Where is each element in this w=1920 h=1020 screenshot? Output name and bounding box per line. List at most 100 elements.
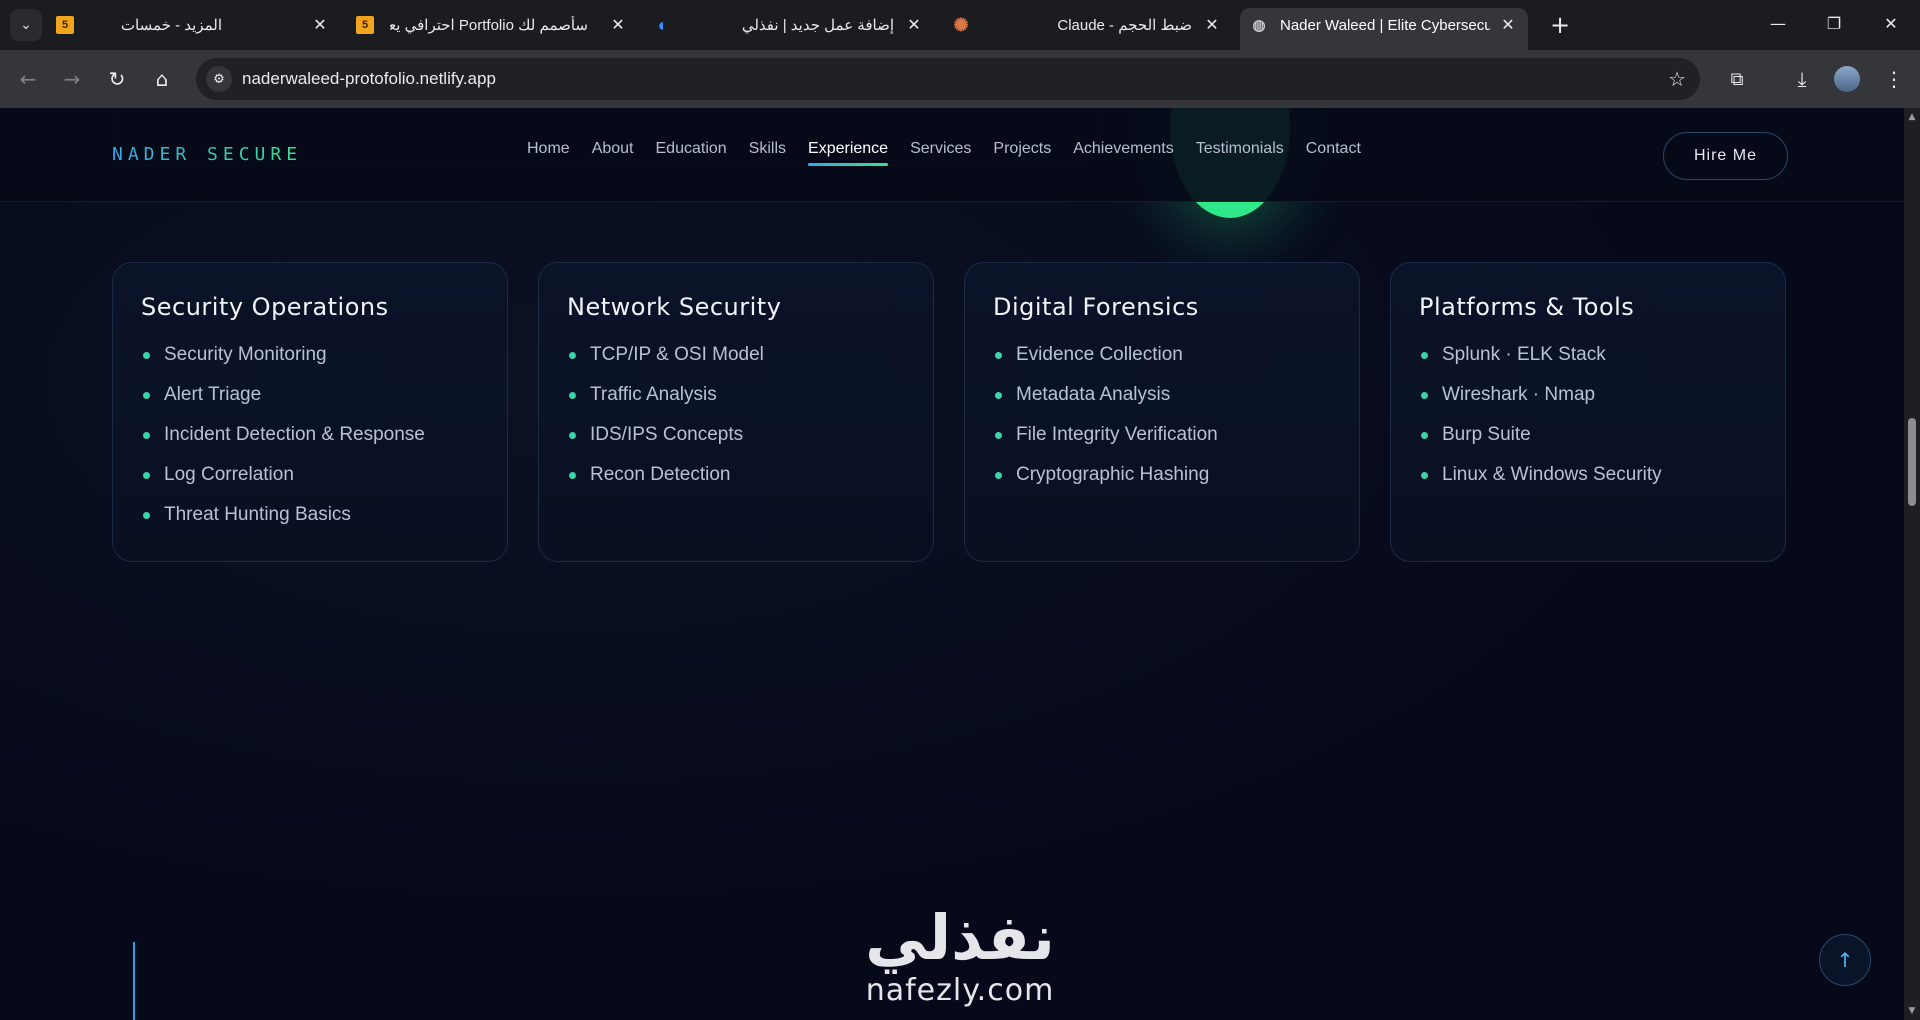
list-item: Metadata Analysis bbox=[993, 375, 1331, 415]
close-icon[interactable]: ✕ bbox=[904, 15, 924, 35]
site-header: NADER SECURE Home About Education Skills… bbox=[0, 108, 1904, 202]
nav-contact[interactable]: Contact bbox=[1306, 140, 1361, 166]
list-item: Linux & Windows Security bbox=[1419, 455, 1757, 495]
nav-education[interactable]: Education bbox=[656, 140, 727, 166]
tab-khamsat-more[interactable]: 5 المزيد - خمسات ✕ bbox=[56, 8, 336, 42]
address-bar[interactable]: ⚙ naderwaleed-protofolio.netlify.app ☆ bbox=[196, 58, 1700, 100]
watermark-latin: nafezly.com bbox=[865, 973, 1055, 1008]
close-icon: ✕ bbox=[1884, 13, 1898, 33]
close-icon[interactable]: ✕ bbox=[310, 15, 330, 35]
skill-list: TCP/IP & OSI Model Traffic Analysis IDS/… bbox=[567, 335, 905, 495]
nav-projects[interactable]: Projects bbox=[993, 140, 1051, 166]
nav-skills[interactable]: Skills bbox=[749, 140, 786, 166]
nav-achievements[interactable]: Achievements bbox=[1073, 140, 1174, 166]
url-text[interactable]: naderwaleed-protofolio.netlify.app bbox=[242, 69, 496, 89]
skill-card-network-security: Network Security TCP/IP & OSI Model Traf… bbox=[538, 262, 934, 562]
tab-khamsat-portfolio[interactable]: 5 سأصمم لك Portfolio احترافي يعر ✕ bbox=[356, 8, 625, 42]
list-item: Evidence Collection bbox=[993, 335, 1331, 375]
list-item: Wireshark · Nmap bbox=[1419, 375, 1757, 415]
card-title: Platforms & Tools bbox=[1419, 293, 1635, 321]
chevron-down-icon: ⌄ bbox=[20, 17, 32, 33]
home-button[interactable]: ⌂ bbox=[146, 63, 178, 95]
browser-tab-bar: ⌄ 5 المزيد - خمسات ✕ 5 سأصمم لك Portfoli… bbox=[0, 0, 1920, 50]
nafezly-watermark: نفذلي nafezly.com bbox=[850, 901, 1070, 1009]
puzzle-icon: ⧉ bbox=[1730, 68, 1744, 90]
skill-list: Security Monitoring Alert Triage Inciden… bbox=[141, 335, 479, 535]
scroll-up-icon[interactable]: ▲ bbox=[1907, 112, 1917, 122]
menu-button[interactable]: ⋮ bbox=[1878, 63, 1910, 95]
forward-button[interactable]: → bbox=[56, 63, 88, 95]
nav-services[interactable]: Services bbox=[910, 140, 971, 166]
new-tab-button[interactable]: + bbox=[1544, 9, 1576, 41]
tab-title: Nader Waleed | Elite Cybersecur bbox=[1280, 17, 1490, 34]
downloads-button[interactable]: ⤓ bbox=[1786, 63, 1818, 95]
list-item: Splunk · ELK Stack bbox=[1419, 335, 1757, 375]
arrow-left-icon: ← bbox=[19, 67, 37, 91]
site-settings-icon[interactable]: ⚙ bbox=[206, 66, 232, 92]
tab-title: سأصمم لك Portfolio احترافي يعر bbox=[390, 17, 588, 34]
tab-title: Claude - ضبط الحجم bbox=[1057, 17, 1192, 34]
download-icon: ⤓ bbox=[1797, 67, 1807, 91]
card-title: Digital Forensics bbox=[993, 293, 1199, 321]
close-icon[interactable]: ✕ bbox=[608, 15, 628, 35]
list-item: Alert Triage bbox=[141, 375, 479, 415]
close-icon[interactable]: ✕ bbox=[1498, 15, 1518, 35]
page-viewport: NADER SECURE Home About Education Skills… bbox=[0, 108, 1904, 1020]
nav-testimonials[interactable]: Testimonials bbox=[1196, 140, 1284, 166]
nafezly-favicon-icon: ◐ bbox=[657, 14, 669, 35]
restore-button[interactable]: ❐ bbox=[1814, 8, 1854, 38]
tab-title: المزيد - خمسات bbox=[120, 17, 222, 34]
scroll-to-top-button[interactable]: ↑ bbox=[1819, 934, 1871, 986]
close-window-button[interactable]: ✕ bbox=[1871, 8, 1911, 38]
skill-list: Evidence Collection Metadata Analysis Fi… bbox=[993, 335, 1331, 495]
nav-about[interactable]: About bbox=[592, 140, 634, 166]
card-title: Network Security bbox=[567, 293, 782, 321]
nav-home[interactable]: Home bbox=[527, 140, 570, 166]
bookmark-star-icon[interactable]: ☆ bbox=[1668, 67, 1686, 91]
claude-favicon-icon: ✺ bbox=[953, 14, 969, 35]
skill-card-digital-forensics: Digital Forensics Evidence Collection Me… bbox=[964, 262, 1360, 562]
extensions-button[interactable]: ⧉ bbox=[1721, 63, 1753, 95]
minimize-icon: — bbox=[1770, 13, 1786, 33]
khamsat-favicon-icon: 5 bbox=[356, 16, 374, 34]
tab-nader-waleed[interactable]: ◍ Nader Waleed | Elite Cybersecur ✕ bbox=[1240, 8, 1528, 50]
skill-card-security-operations: Security Operations Security Monitoring … bbox=[112, 262, 508, 562]
arrow-up-icon: ↑ bbox=[1836, 948, 1854, 972]
card-title: Security Operations bbox=[141, 293, 389, 321]
home-icon: ⌂ bbox=[155, 67, 169, 91]
reload-button[interactable]: ↻ bbox=[101, 63, 133, 95]
tab-search-button[interactable]: ⌄ bbox=[10, 9, 42, 41]
plus-icon: + bbox=[1549, 11, 1571, 39]
list-item: IDS/IPS Concepts bbox=[567, 415, 905, 455]
hire-me-button[interactable]: Hire Me bbox=[1663, 132, 1788, 180]
globe-icon: ◍ bbox=[1252, 17, 1266, 34]
tab-nafezly-add-work[interactable]: ◐ إضافة عمل جديد | نفذلي ✕ bbox=[654, 8, 928, 42]
minimize-button[interactable]: — bbox=[1758, 8, 1798, 38]
main-nav: Home About Education Skills Experience S… bbox=[527, 140, 1361, 166]
tab-claude[interactable]: ✺ Claude - ضبط الحجم ✕ bbox=[952, 8, 1228, 42]
list-item: Threat Hunting Basics bbox=[141, 495, 479, 535]
skills-cards: Security Operations Security Monitoring … bbox=[112, 262, 1786, 562]
reload-icon: ↻ bbox=[108, 67, 126, 91]
list-item: File Integrity Verification bbox=[993, 415, 1331, 455]
kebab-menu-icon: ⋮ bbox=[1884, 67, 1904, 91]
scroll-down-icon[interactable]: ▼ bbox=[1907, 1006, 1917, 1016]
list-item: Traffic Analysis bbox=[567, 375, 905, 415]
list-item: Burp Suite bbox=[1419, 415, 1757, 455]
skill-list: Splunk · ELK Stack Wireshark · Nmap Burp… bbox=[1419, 335, 1757, 495]
restore-icon: ❐ bbox=[1826, 13, 1842, 33]
profile-avatar[interactable] bbox=[1834, 66, 1860, 92]
nav-experience[interactable]: Experience bbox=[808, 140, 889, 166]
skill-card-platforms-tools: Platforms & Tools Splunk · ELK Stack Wir… bbox=[1390, 262, 1786, 562]
back-button[interactable]: ← bbox=[12, 63, 44, 95]
list-item: Log Correlation bbox=[141, 455, 479, 495]
tab-title: إضافة عمل جديد | نفذلي bbox=[741, 17, 894, 34]
timeline-line bbox=[133, 942, 135, 1020]
list-item: Security Monitoring bbox=[141, 335, 479, 375]
page-scrollbar[interactable]: ▲ ▼ bbox=[1904, 108, 1920, 1020]
scrollbar-thumb[interactable] bbox=[1908, 418, 1916, 506]
watermark-arabic: نفذلي bbox=[865, 901, 1055, 974]
site-logo[interactable]: NADER SECURE bbox=[112, 144, 302, 165]
list-item: Recon Detection bbox=[567, 455, 905, 495]
close-icon[interactable]: ✕ bbox=[1202, 15, 1222, 35]
